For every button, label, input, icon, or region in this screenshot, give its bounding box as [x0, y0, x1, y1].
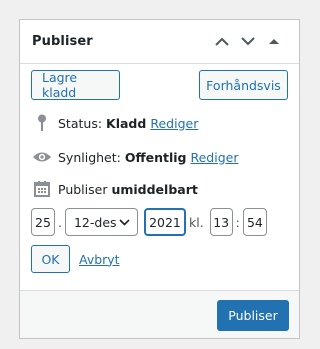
publish-button[interactable]: Publiser [217, 300, 289, 331]
publish-box-footer: Publiser [20, 290, 299, 338]
chevron-down-icon [119, 218, 130, 226]
chevron-down-icon[interactable] [235, 29, 261, 55]
publish-box-title: Publiser [32, 34, 93, 49]
top-actions: Lagre kladd Forhåndsvis [31, 70, 288, 101]
hour-input[interactable]: 13 [209, 208, 233, 236]
year-input[interactable]: 2021 [143, 208, 186, 236]
calendar-icon [32, 181, 52, 197]
month-select[interactable]: 12-des [64, 208, 138, 236]
save-draft-button[interactable]: Lagre kladd [31, 70, 120, 100]
schedule-actions: OK Avbryt [31, 245, 120, 273]
status-value: Kladd [106, 115, 147, 131]
minute-input[interactable]: 54 [242, 208, 267, 236]
visibility-row: Synlighet: Offentlig Rediger [32, 147, 289, 167]
at-label: kl. [188, 214, 204, 230]
schedule-row: Publiser umiddelbart [32, 179, 289, 199]
chevron-up-icon[interactable] [209, 29, 235, 55]
day-input[interactable]: 25 [31, 208, 55, 236]
time-separator: : [235, 214, 240, 230]
schedule-value: umiddelbart [111, 181, 198, 197]
visibility-label: Synlighet: [58, 149, 121, 165]
visibility-value: Offentlig [124, 149, 187, 165]
edit-status-link[interactable]: Rediger [150, 116, 198, 131]
ok-button[interactable]: OK [31, 245, 70, 273]
status-row: Status: Kladd Rediger [32, 113, 289, 133]
schedule-label: Publiser [58, 181, 108, 197]
month-value: 12-des [73, 214, 117, 230]
triangle-up-icon[interactable] [261, 29, 287, 55]
cancel-link[interactable]: Avbryt [79, 252, 120, 267]
edit-visibility-link[interactable]: Rediger [190, 150, 238, 165]
day-separator: . [58, 214, 62, 230]
publish-box: Publiser Lagre kladd Forhåndsvis Status:… [19, 19, 300, 339]
preview-button[interactable]: Forhåndsvis [199, 70, 288, 100]
status-label: Status: [58, 115, 103, 131]
publish-box-header: Publiser [20, 20, 299, 64]
eye-icon [32, 150, 52, 164]
schedule-date-fields: 25 . 12-des 2021 kl. 13 : 54 [31, 207, 267, 237]
pin-icon [32, 114, 52, 132]
